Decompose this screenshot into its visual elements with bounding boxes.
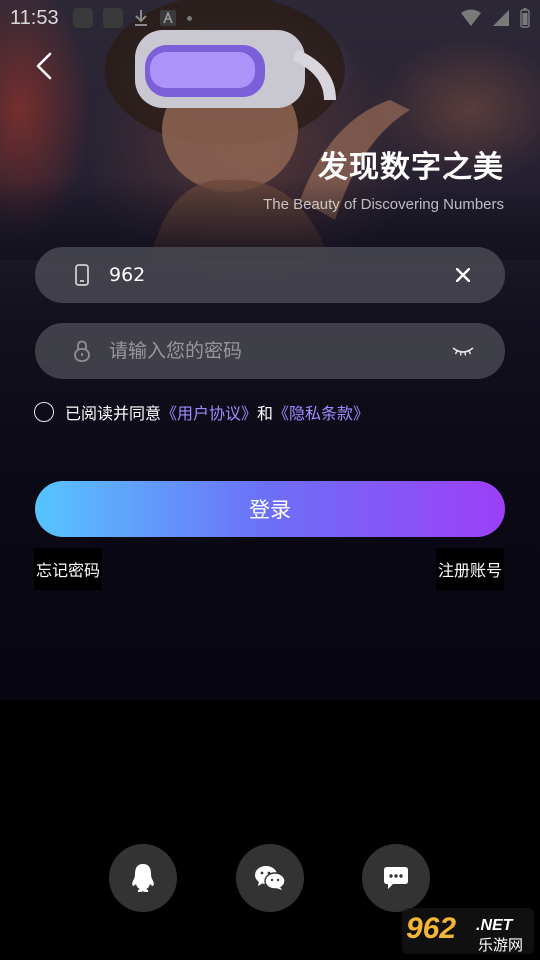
user-agreement-link[interactable]: 《用户协议》 [161,400,257,424]
font-icon [159,10,176,26]
clear-button[interactable] [451,263,475,287]
agreement-row: 已阅读并同意 《用户协议》 和 《隐私条款》 [34,400,369,424]
wifi-icon [461,9,481,26]
vr-headset-person-image [0,0,540,260]
status-bar: 11:53 [0,0,540,36]
agreement-conjunction: 和 [257,404,274,423]
more-notifications-dot-icon [186,15,192,21]
phone-icon [71,263,93,287]
page-subtitle: The Beauty of Discovering Numbers [263,196,504,213]
watermark-suffix: .NET [476,917,514,934]
lock-icon [71,339,93,363]
phone-field [35,247,505,303]
status-time: 11:53 [10,6,59,29]
sms-login-button[interactable] [362,844,430,912]
battery-icon [520,8,530,28]
page-title: 发现数字之美 [318,150,504,185]
watermark-number: 962 [406,912,456,945]
register-link[interactable]: 注册账号 [435,548,504,590]
password-field [35,323,505,379]
login-button[interactable]: 登录 [35,481,505,537]
qq-icon [132,864,154,892]
notification-icon [72,8,93,28]
wechat-icon [255,866,286,890]
chevron-left-icon [36,52,52,80]
back-button[interactable] [28,50,60,82]
notification-icon [102,8,123,28]
close-icon [456,268,470,282]
watermark-cn-text: 乐游网 [478,936,523,954]
agreement-checkbox[interactable] [34,402,54,422]
eye-closed-icon [452,347,474,356]
download-icon [134,10,147,26]
phone-input[interactable] [107,263,431,287]
password-input[interactable] [107,339,431,363]
site-watermark-logo: 962 .NET 乐游网 [402,908,534,954]
forgot-password-link[interactable]: 忘记密码 [34,548,103,590]
qq-login-button[interactable] [109,844,177,912]
privacy-policy-link[interactable]: 《隐私条款》 [273,400,369,424]
toggle-password-visibility-button[interactable] [451,339,475,363]
wechat-login-button[interactable] [236,844,304,912]
signal-icon [493,10,509,26]
agreement-text: 已阅读并同意 [65,404,162,423]
sms-icon [384,867,408,889]
